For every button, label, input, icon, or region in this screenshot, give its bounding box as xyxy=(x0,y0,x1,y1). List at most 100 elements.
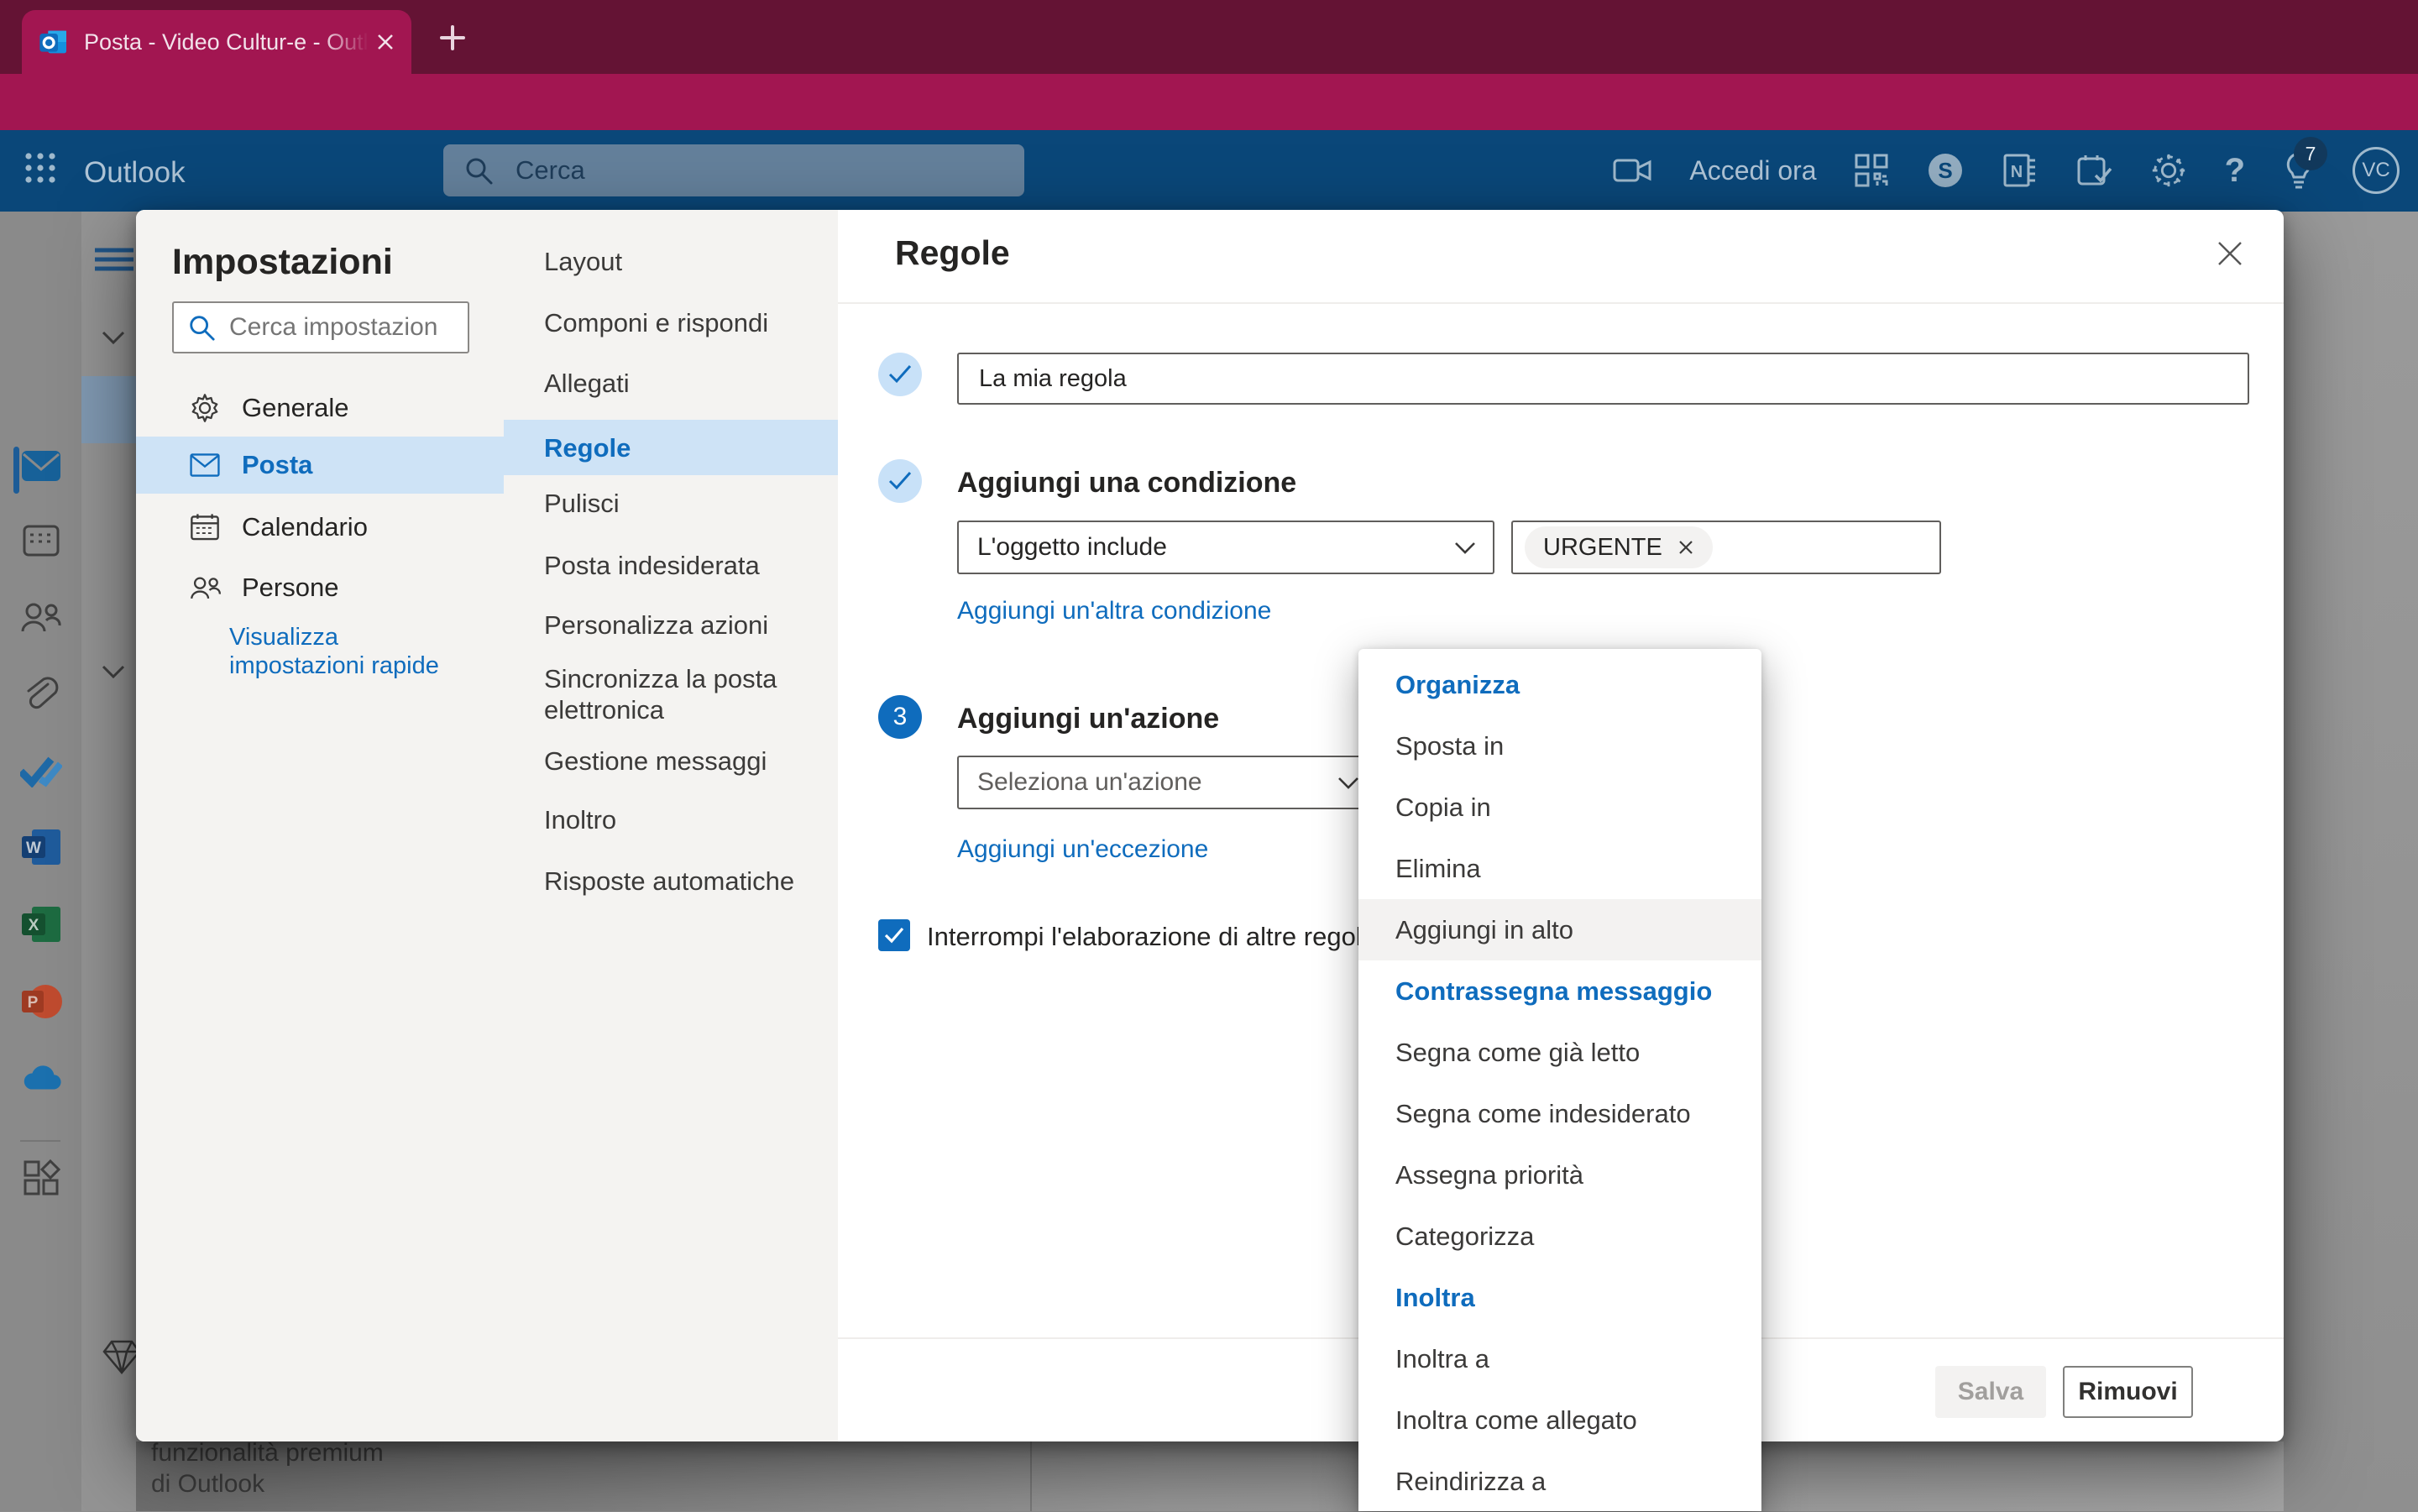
save-button[interactable]: Salva xyxy=(1935,1366,2046,1418)
mail-icon[interactable] xyxy=(20,445,62,487)
settings-dialog: Impostazioni Generale Posta Calendario xyxy=(136,210,2284,1441)
search-icon xyxy=(187,313,216,342)
menu-group-inoltra: Inoltra xyxy=(1358,1267,1761,1328)
hamburger-icon[interactable] xyxy=(95,247,133,272)
onedrive-icon[interactable] xyxy=(20,1058,62,1100)
svg-text:X: X xyxy=(29,917,39,934)
chevron-down-icon xyxy=(1337,777,1359,789)
menu-item-inoltra-allegato[interactable]: Inoltra come allegato xyxy=(1358,1389,1761,1451)
menu-item-assegna-priorita[interactable]: Assegna priorità xyxy=(1358,1144,1761,1206)
condition-section-label: Aggiungi una condizione xyxy=(957,467,1296,500)
sign-in-link[interactable]: Accedi ora xyxy=(1689,155,1816,186)
todo-check-icon[interactable] xyxy=(20,751,62,793)
quick-settings-link[interactable]: Visualizza impostazioni rapide xyxy=(229,623,447,680)
menu-item-sposta-in[interactable]: Sposta in xyxy=(1358,715,1761,777)
settings-category-calendario[interactable]: Calendario xyxy=(136,499,504,556)
gear-icon[interactable] xyxy=(2149,151,2188,190)
close-icon[interactable] xyxy=(2206,230,2253,277)
section-componi[interactable]: Componi e rispondi xyxy=(544,308,821,338)
attachments-icon[interactable] xyxy=(20,673,62,715)
page-right-dimmed xyxy=(2284,212,2418,1511)
tab-title: Posta - Video Cultur-e - Outloo xyxy=(84,29,374,55)
whats-new-lightbulb-icon[interactable]: 7 xyxy=(2282,150,2316,191)
search-icon xyxy=(463,155,494,186)
people-icon[interactable] xyxy=(20,596,62,638)
tab-close-icon[interactable] xyxy=(374,31,396,53)
premium-promo-text: funzionalità premium di Outlook xyxy=(151,1437,504,1499)
action-select[interactable]: Seleziona un'azione xyxy=(957,756,1378,809)
header-search-box[interactable]: Cerca xyxy=(443,144,1024,196)
chevron-down-icon[interactable] xyxy=(102,331,125,344)
account-avatar[interactable]: VC xyxy=(2353,147,2400,194)
chevron-down-icon[interactable] xyxy=(102,665,125,678)
settings-category-persone[interactable]: Persone xyxy=(136,559,504,616)
onenote-icon[interactable]: N xyxy=(2002,152,2039,189)
action-select-placeholder: Seleziona un'azione xyxy=(977,768,1202,797)
section-sincronizza[interactable]: Sincronizza la posta elettronica xyxy=(544,663,821,725)
chip-remove-icon[interactable] xyxy=(1677,539,1694,556)
settings-search-box[interactable] xyxy=(172,301,469,353)
addins-icon[interactable] xyxy=(20,1157,62,1199)
action-section-label: Aggiungi un'azione xyxy=(957,703,1219,735)
section-inoltro[interactable]: Inoltro xyxy=(544,805,821,835)
section-posta-indesiderata[interactable]: Posta indesiderata xyxy=(544,551,821,581)
header-actions: Accedi ora S N ? 7 VC xyxy=(1612,139,2400,201)
calendar-icon[interactable] xyxy=(20,519,62,561)
selected-folder-dimmed xyxy=(81,376,136,443)
settings-category-posta[interactable]: Posta xyxy=(136,437,504,494)
header-search-placeholder: Cerca xyxy=(516,155,585,186)
chevron-down-icon xyxy=(1454,541,1476,554)
title-separator xyxy=(838,302,2284,304)
svg-text:P: P xyxy=(28,994,39,1012)
menu-item-inoltra-a[interactable]: Inoltra a xyxy=(1358,1328,1761,1389)
condition-chip[interactable]: URGENTE xyxy=(1525,526,1713,568)
rules-title: Regole xyxy=(895,233,1010,273)
gear-icon xyxy=(190,393,220,423)
qr-code-icon[interactable] xyxy=(1854,153,1889,188)
menu-item-categorizza[interactable]: Categorizza xyxy=(1358,1206,1761,1267)
new-tab-button[interactable] xyxy=(437,22,468,54)
outlook-wordmark[interactable]: Outlook xyxy=(84,156,186,190)
meet-camera-icon[interactable] xyxy=(1612,154,1652,187)
rule-name-input[interactable] xyxy=(977,364,2156,394)
browser-tab[interactable]: Posta - Video Cultur-e - Outloo xyxy=(22,10,411,74)
skype-icon[interactable]: S xyxy=(1926,151,1965,190)
section-regole[interactable]: Regole xyxy=(544,433,631,463)
help-icon[interactable]: ? xyxy=(2225,152,2245,190)
stop-processing-checkbox[interactable] xyxy=(878,919,910,951)
section-personalizza-azioni[interactable]: Personalizza azioni xyxy=(544,610,821,641)
browser-tab-bar: Posta - Video Cultur-e - Outloo xyxy=(0,0,2418,74)
menu-item-segna-letto[interactable]: Segna come già letto xyxy=(1358,1022,1761,1083)
pane-divider xyxy=(1030,1441,1032,1511)
condition-select[interactable]: L'oggetto include xyxy=(957,521,1494,574)
menu-item-aggiungi-in-alto[interactable]: Aggiungi in alto xyxy=(1358,899,1761,960)
section-pulisci[interactable]: Pulisci xyxy=(544,489,821,519)
word-icon[interactable]: W xyxy=(20,826,62,868)
remove-button[interactable]: Rimuovi xyxy=(2063,1366,2193,1418)
svg-text:N: N xyxy=(2010,163,2022,181)
app-launcher-icon[interactable] xyxy=(22,149,59,186)
menu-group-organizza: Organizza xyxy=(1358,654,1761,715)
svg-text:W: W xyxy=(26,840,41,857)
stop-processing-label[interactable]: Interrompi l'elaborazione di altre regol… xyxy=(927,922,1376,952)
rail-divider xyxy=(20,1140,60,1142)
rule-name-field[interactable] xyxy=(957,353,2249,405)
add-condition-link[interactable]: Aggiungi un'altra condizione xyxy=(957,597,1271,625)
excel-icon[interactable]: X xyxy=(20,903,62,945)
menu-item-reindirizza-a[interactable]: Reindirizza a xyxy=(1358,1451,1761,1512)
section-layout[interactable]: Layout xyxy=(544,247,821,277)
menu-item-copia-in[interactable]: Copia in xyxy=(1358,777,1761,838)
section-gestione-messaggi[interactable]: Gestione messaggi xyxy=(544,746,821,777)
section-allegati[interactable]: Allegati xyxy=(544,369,821,399)
settings-category-generale[interactable]: Generale xyxy=(136,379,504,437)
settings-search-input[interactable] xyxy=(228,312,441,343)
todo-icon[interactable] xyxy=(2075,152,2112,189)
add-exception-link[interactable]: Aggiungi un'eccezione xyxy=(957,835,1208,864)
powerpoint-icon[interactable]: P xyxy=(20,981,62,1023)
menu-item-elimina[interactable]: Elimina xyxy=(1358,838,1761,899)
menu-item-segna-indesiderato[interactable]: Segna come indesiderato xyxy=(1358,1083,1761,1144)
condition-value-field[interactable]: URGENTE xyxy=(1511,521,1941,574)
calendar-icon xyxy=(190,512,220,542)
section-risposte-automatiche[interactable]: Risposte automatiche xyxy=(544,866,821,897)
category-label: Persone xyxy=(242,573,338,603)
